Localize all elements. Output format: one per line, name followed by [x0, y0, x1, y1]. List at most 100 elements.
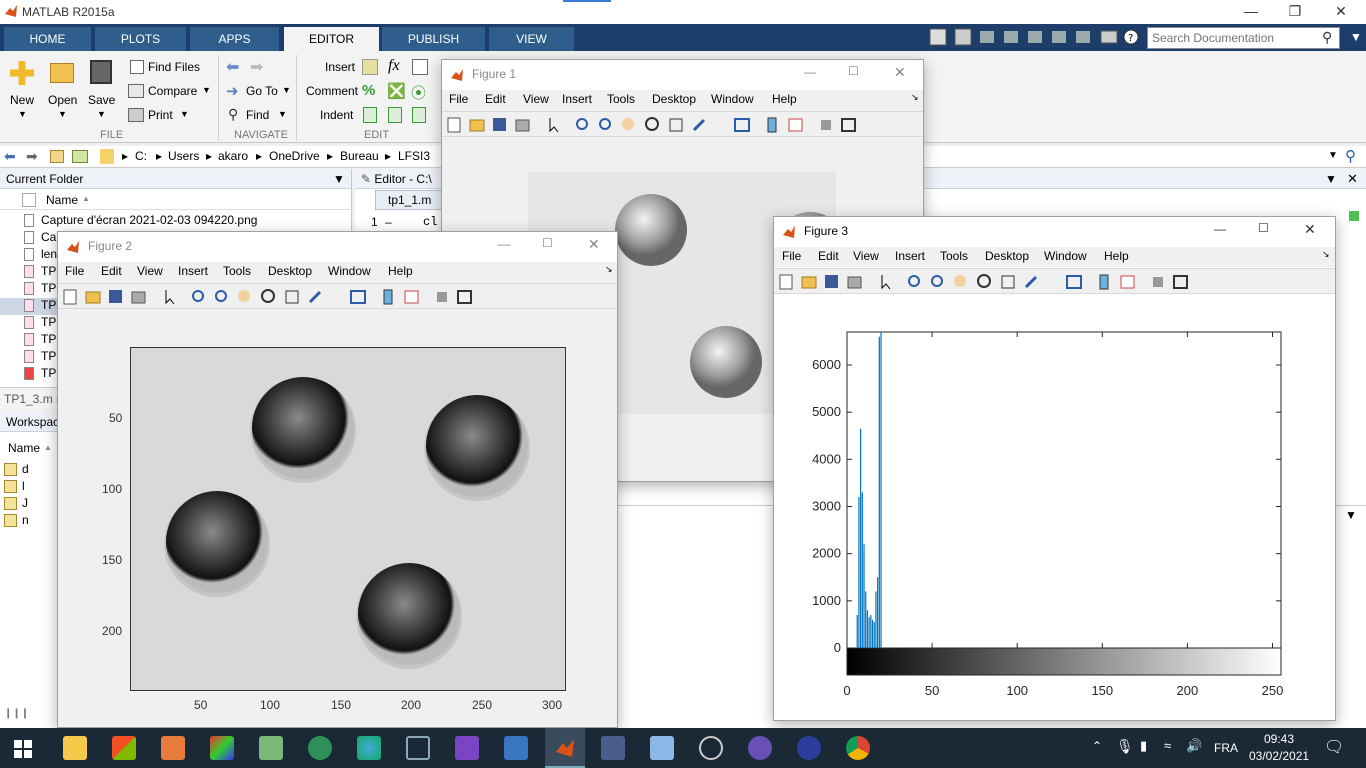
find-files-button[interactable]: Find Files [148, 60, 200, 74]
chevron-down-icon[interactable]: ▼ [180, 109, 189, 119]
print-button[interactable]: Print [148, 108, 173, 122]
save-button[interactable]: Save [88, 93, 115, 107]
menu-tools[interactable]: Tools [607, 92, 635, 106]
search-icon[interactable]: ⚲ [1322, 29, 1332, 46]
app-icon[interactable] [601, 736, 625, 760]
app-icon[interactable] [161, 736, 185, 760]
chevron-down-icon[interactable]: ▼ [202, 85, 211, 95]
variable-row[interactable]: d [0, 461, 60, 478]
resize-grip-icon[interactable]: ❙❙❙ [4, 708, 29, 719]
minimize-icon[interactable]: — [804, 65, 816, 79]
figure-toolbar-icons[interactable] [446, 116, 866, 134]
language-indicator[interactable]: FRA [1214, 741, 1238, 755]
notification-icon[interactable]: 🗨 [1324, 737, 1344, 757]
find-button[interactable]: Find [246, 108, 269, 122]
breadcrumb-item[interactable]: C: [135, 149, 147, 163]
menu-help[interactable]: Help [772, 92, 797, 106]
clock-time[interactable]: 09:43 [1264, 732, 1294, 746]
breadcrumb-item[interactable]: OneDrive [269, 149, 320, 163]
menu-view[interactable]: View [137, 264, 163, 278]
insert-button[interactable]: Insert [325, 60, 355, 74]
panel-menu-icon[interactable]: ▼ [1345, 508, 1357, 522]
maximize-icon[interactable]: ☐ [542, 236, 553, 250]
tab-editor[interactable]: EDITOR [284, 27, 380, 51]
chevron-down-icon[interactable]: ▼ [97, 109, 106, 119]
menu-tools[interactable]: Tools [223, 264, 251, 278]
forward-arrow-icon[interactable]: ➡ [250, 57, 263, 77]
maximize-icon[interactable]: ☐ [1258, 221, 1269, 235]
variable-row[interactable]: n [0, 512, 60, 529]
ribbon-collapse-icon[interactable]: ▼ [1350, 30, 1362, 44]
menu-tools[interactable]: Tools [940, 249, 968, 263]
matlab-taskbar-item[interactable] [545, 728, 585, 768]
close-editor-icon[interactable]: ✕ [1347, 171, 1358, 187]
close-icon[interactable]: ✕ [894, 64, 906, 81]
menu-insert[interactable]: Insert [178, 264, 208, 278]
microphone-icon[interactable]: 🎙 [1116, 738, 1134, 755]
figure-toolbar-icons[interactable] [62, 288, 482, 306]
increase-indent-icon[interactable] [388, 107, 402, 123]
save-icon[interactable] [90, 60, 112, 84]
chevron-up-icon[interactable]: ⌃ [1092, 739, 1102, 753]
back-arrow-icon[interactable]: ⬅ [226, 57, 239, 77]
smart-indent-icon[interactable] [363, 107, 377, 123]
tab-publish[interactable]: PUBLISH [382, 27, 486, 51]
menu-help[interactable]: Help [388, 264, 413, 278]
chevron-down-icon[interactable]: ▼ [18, 109, 27, 119]
menu-edit[interactable]: Edit [101, 264, 122, 278]
quick-access-icons[interactable]: ? [928, 27, 1140, 47]
go-to-button[interactable]: Go To [246, 84, 278, 98]
breadcrumb-item[interactable]: Users [168, 149, 199, 163]
variable-row[interactable]: l [0, 478, 60, 495]
menu-insert[interactable]: Insert [895, 249, 925, 263]
code-line[interactable]: cl [423, 215, 437, 229]
code-analyzer-indicator[interactable] [1349, 211, 1359, 221]
close-icon[interactable]: ✕ [588, 236, 600, 253]
tab-apps[interactable]: APPS [190, 27, 280, 51]
search-folder-icon[interactable]: ⚲ [1345, 147, 1356, 165]
menu-file[interactable]: File [449, 92, 468, 106]
maximize-icon[interactable]: ☐ [848, 64, 859, 78]
forward-arrow-icon[interactable]: ➡ [26, 148, 38, 165]
dock-arrow-icon[interactable]: ↘ [911, 92, 919, 103]
file-explorer-icon[interactable] [63, 736, 87, 760]
maps-icon[interactable] [308, 736, 332, 760]
open-icon[interactable] [50, 63, 74, 83]
close-icon[interactable]: ✕ [1318, 0, 1364, 24]
battery-icon[interactable]: ▮ [1140, 738, 1147, 754]
indent-button[interactable]: Indent [320, 108, 353, 122]
paint-icon[interactable] [210, 736, 234, 760]
fx-button[interactable]: fx [388, 57, 400, 75]
insert-section-icon[interactable] [362, 59, 378, 75]
decrease-indent-icon[interactable] [412, 107, 426, 123]
menu-help[interactable]: Help [1104, 249, 1129, 263]
breadcrumb-item[interactable]: LFSI3 [398, 149, 430, 163]
panel-menu-icon[interactable]: ▼ [333, 172, 345, 186]
figure-toolbar-icons[interactable] [778, 273, 1198, 291]
new-button[interactable]: New [10, 93, 34, 107]
app-icon[interactable] [650, 736, 674, 760]
office-icon[interactable] [112, 736, 136, 760]
menu-edit[interactable]: Edit [485, 92, 506, 106]
chevron-down-icon[interactable]: ▼ [278, 109, 287, 119]
insert-function-icon[interactable] [412, 59, 428, 75]
menu-insert[interactable]: Insert [562, 92, 592, 106]
chevron-down-icon[interactable]: ▼ [58, 109, 67, 119]
windows-start-icon[interactable] [14, 740, 32, 758]
breadcrumb-item[interactable]: akaro [218, 149, 248, 163]
close-icon[interactable]: ✕ [1304, 221, 1316, 238]
restore-icon[interactable]: ❐ [1272, 0, 1318, 24]
minimize-icon[interactable]: — [1214, 222, 1226, 236]
menu-window[interactable]: Window [328, 264, 371, 278]
menu-file[interactable]: File [65, 264, 84, 278]
search-documentation-input[interactable] [1147, 27, 1340, 49]
menu-view[interactable]: View [523, 92, 549, 106]
dock-arrow-icon[interactable]: ↘ [1322, 249, 1330, 260]
variable-row[interactable]: J [0, 495, 60, 512]
comment-percent-icon[interactable]: % [362, 82, 375, 99]
volume-icon[interactable]: 🔊 [1186, 738, 1202, 754]
menu-edit[interactable]: Edit [818, 249, 839, 263]
menu-file[interactable]: File [782, 249, 801, 263]
dock-arrow-icon[interactable]: ↘ [605, 264, 613, 275]
tab-view[interactable]: VIEW [489, 27, 575, 51]
